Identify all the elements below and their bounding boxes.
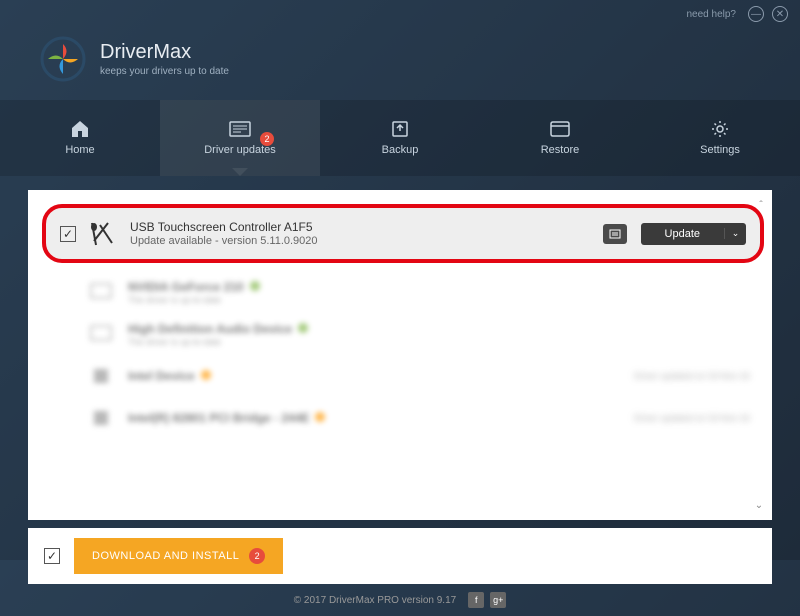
facebook-icon[interactable]: f: [468, 592, 484, 608]
brand-tagline: keeps your drivers up to date: [100, 66, 229, 77]
restore-icon: [549, 120, 571, 138]
select-all-checkbox[interactable]: [44, 548, 60, 564]
nav-label: Restore: [541, 144, 580, 156]
update-button-label: Update: [641, 228, 724, 240]
home-icon: [69, 120, 91, 138]
nav-label: Home: [65, 144, 94, 156]
status-dot-icon: [298, 323, 308, 333]
backup-icon: [389, 120, 411, 138]
status-dot-icon: [250, 281, 260, 291]
navbar: Home Driver updates 2 Backup Restore Set…: [0, 100, 800, 176]
chip-icon: [84, 363, 118, 389]
scrollbar[interactable]: ˆ ⌄: [754, 200, 768, 510]
nav-driver-updates[interactable]: Driver updates 2: [160, 100, 320, 176]
minimize-button[interactable]: —: [748, 6, 764, 22]
download-badge: 2: [249, 548, 265, 564]
copyright: © 2017 DriverMax PRO version 9.17: [294, 595, 456, 606]
nav-settings[interactable]: Settings: [640, 100, 800, 176]
driver-info-button[interactable]: [603, 224, 627, 244]
close-button[interactable]: ✕: [772, 6, 788, 22]
driver-status: Update available - version 5.11.0.9020: [130, 235, 593, 247]
bottom-bar: DOWNLOAD AND INSTALL 2: [28, 528, 772, 584]
update-button[interactable]: Update ⌄: [641, 223, 746, 245]
nav-home[interactable]: Home: [0, 100, 160, 176]
audio-icon: [84, 321, 118, 347]
nav-label: Settings: [700, 144, 740, 156]
driver-row-blurred: High Definition Audio Device The driver …: [42, 313, 764, 355]
header: DriverMax keeps your drivers up to date: [0, 28, 800, 100]
status-dot-icon: [201, 370, 211, 380]
nav-label: Backup: [382, 144, 419, 156]
monitor-icon: [84, 279, 118, 305]
help-link[interactable]: need help?: [687, 9, 737, 20]
nav-backup[interactable]: Backup: [320, 100, 480, 176]
download-install-button[interactable]: DOWNLOAD AND INSTALL 2: [74, 538, 283, 574]
chip-icon: [84, 405, 118, 431]
googleplus-icon[interactable]: g+: [490, 592, 506, 608]
nav-restore[interactable]: Restore: [480, 100, 640, 176]
status-dot-icon: [315, 412, 325, 422]
content-area: USB Touchscreen Controller A1F5 Update a…: [28, 190, 772, 520]
updates-badge: 2: [260, 132, 274, 146]
scroll-down-icon[interactable]: ⌄: [754, 500, 764, 510]
scroll-up-icon[interactable]: ˆ: [756, 200, 766, 210]
brand-name: DriverMax: [100, 41, 229, 64]
titlebar: need help? — ✕: [0, 0, 800, 28]
driver-row-blurred: Intel(R) 82801 PCI Bridge - 244E Driver …: [42, 397, 764, 439]
updates-icon: [229, 120, 251, 138]
driver-info: USB Touchscreen Controller A1F5 Update a…: [130, 220, 593, 247]
download-label: DOWNLOAD AND INSTALL: [92, 550, 239, 562]
app-logo-icon: [40, 36, 86, 82]
driver-name: USB Touchscreen Controller A1F5: [130, 220, 593, 234]
brand: DriverMax keeps your drivers up to date: [100, 41, 229, 77]
footer: © 2017 DriverMax PRO version 9.17 f g+: [0, 584, 800, 616]
touchscreen-icon: [86, 221, 120, 247]
driver-row-highlighted: USB Touchscreen Controller A1F5 Update a…: [42, 204, 764, 263]
driver-row-blurred: Intel Device Driver updated on 03-Nov-16: [42, 355, 764, 397]
social-links: f g+: [468, 592, 506, 608]
driver-row-blurred: NVIDIA GeForce 210 The driver is up-to-d…: [42, 271, 764, 313]
update-dropdown-icon[interactable]: ⌄: [724, 228, 746, 239]
settings-icon: [709, 120, 731, 138]
driver-checkbox[interactable]: [60, 226, 76, 242]
